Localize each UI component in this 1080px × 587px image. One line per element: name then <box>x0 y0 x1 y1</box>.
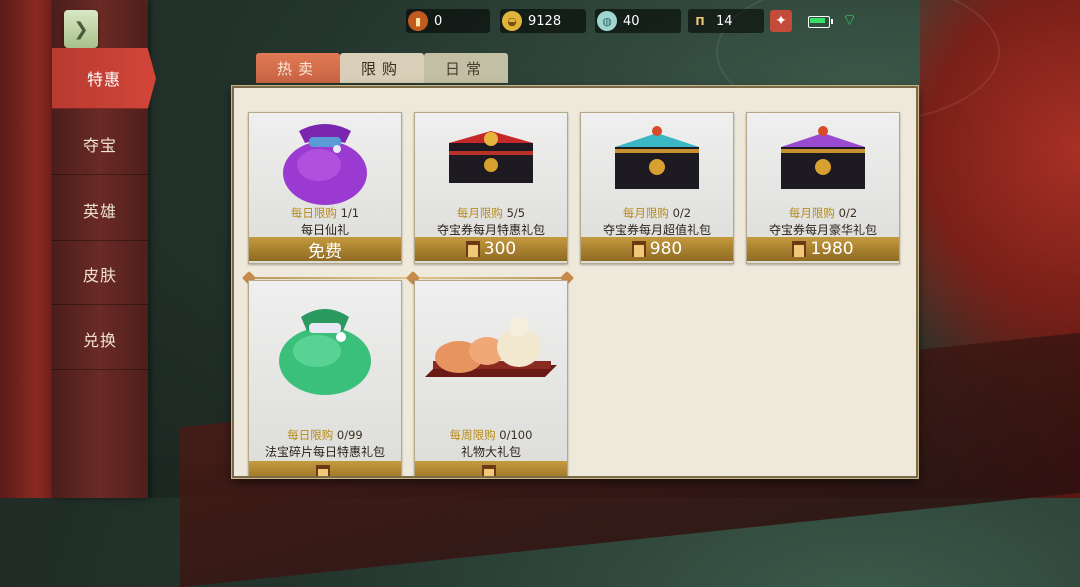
shop-tabs: 热卖 限购 日常 <box>256 53 508 85</box>
treasure-ticket-icon <box>631 241 646 257</box>
limit-type: 每日限购 <box>287 428 334 442</box>
green-pouch-icon <box>279 309 371 395</box>
currency-value: 40 <box>623 13 640 29</box>
item-name: 夺宝券每月豪华礼包 <box>768 223 877 237</box>
tab-label: 英雄 <box>82 202 117 221</box>
teal-chest-icon <box>615 126 699 189</box>
tab-label: 日常 <box>444 59 487 78</box>
price-button[interactable] <box>415 461 567 476</box>
limit-count: 0/2 <box>838 206 858 220</box>
purchase-limit: 每周限购 0/100 <box>415 427 567 443</box>
limit-count: 0/2 <box>672 206 692 220</box>
purchase-limit: 每月限购 5/5 <box>415 205 567 221</box>
tab-label: 皮肤 <box>82 266 117 285</box>
item-name: 法宝碎片每日特惠礼包 <box>264 445 385 459</box>
limit-count: 0/99 <box>336 428 363 442</box>
tab-label: 兑换 <box>82 331 117 350</box>
limit-type: 每月限购 <box>622 206 669 220</box>
currency-value: 9128 <box>528 13 562 29</box>
scroll-token-icon: ▮ <box>408 11 428 31</box>
sidebar-tab-treasure[interactable]: 夺宝 <box>52 114 148 175</box>
category-sidebar: ❯ 特惠 夺宝 英雄 皮肤 兑换 <box>52 0 156 498</box>
price-value: 980 <box>649 239 683 259</box>
background-curtain-left <box>0 0 60 498</box>
treasure-ticket-icon <box>465 241 480 257</box>
wifi-icon: ⌔ <box>842 10 858 29</box>
bun-tray-icon <box>425 317 557 377</box>
limit-count: 5/5 <box>506 206 526 220</box>
purple-pouch-icon <box>283 124 367 205</box>
tab-label: 夺宝 <box>82 136 117 155</box>
shop-item-card[interactable]: 每月限购 5/5 夺宝券每月特惠礼包 300 <box>414 112 568 264</box>
price-button[interactable]: 免费 <box>249 237 401 262</box>
shop-item-card[interactable]: 每日限购 1/1 每日仙礼 免费 <box>248 112 402 264</box>
purchase-limit: 每日限购 1/1 <box>249 205 401 221</box>
price-button[interactable]: 1980 <box>747 237 899 261</box>
currency-jade[interactable]: ◍ 40 <box>595 9 681 33</box>
sidebar-tab-heroes[interactable]: 英雄 <box>52 180 148 241</box>
battery-icon <box>808 16 830 28</box>
limit-type: 每月限购 <box>788 206 835 220</box>
shop-panel: 每日限购 1/1 每日仙礼 免费 每月限购 5/5 夺宝券每月特惠礼包 300 … <box>232 86 918 478</box>
treasure-ticket-icon: П <box>695 14 705 28</box>
price-button[interactable]: 300 <box>415 237 567 261</box>
sidebar-tab-special[interactable]: 特惠 <box>52 48 156 109</box>
tab-limited[interactable]: 限购 <box>340 53 424 83</box>
limit-type: 每月限购 <box>456 206 503 220</box>
tab-label: 限购 <box>360 59 403 78</box>
treasure-ticket-icon <box>482 465 496 476</box>
currency-value: 14 <box>716 13 733 29</box>
item-name: 夺宝券每月特惠礼包 <box>436 223 545 237</box>
price-value: 300 <box>483 239 517 259</box>
item-name: 夺宝券每月超值礼包 <box>602 223 711 237</box>
purple-chest-icon <box>781 126 865 189</box>
treasure-ticket-icon <box>792 241 807 257</box>
shop-item-card[interactable]: 每月限购 0/2 夺宝券每月超值礼包 980 <box>580 112 734 264</box>
limit-count: 0/100 <box>499 428 533 442</box>
purchase-limit: 每日限购 0/99 <box>249 427 401 443</box>
shop-item-card[interactable]: 每月限购 0/2 夺宝券每月豪华礼包 1980 <box>746 112 900 264</box>
shop-item-card[interactable]: 每周限购 0/100 礼物大礼包 <box>414 280 568 476</box>
tab-label: 特惠 <box>86 70 121 89</box>
price-value: 1980 <box>810 239 854 259</box>
red-chest-icon <box>449 131 533 183</box>
plus-sparkle-icon[interactable]: ✦ <box>770 10 792 32</box>
sidebar-tab-skins[interactable]: 皮肤 <box>52 244 148 305</box>
jade-orb-icon: ◍ <box>597 11 617 31</box>
tab-hot[interactable]: 热卖 <box>256 53 340 83</box>
currency-gold[interactable]: ◒ 9128 <box>500 9 586 33</box>
battery-tip <box>831 19 833 24</box>
item-name: 每日仙礼 <box>300 223 349 237</box>
price-button[interactable]: 980 <box>581 237 733 261</box>
limit-type: 每日限购 <box>290 206 337 220</box>
currency-ticket[interactable]: П 14 <box>688 9 764 33</box>
treasure-ticket-icon <box>316 465 330 476</box>
purchase-limit: 每月限购 0/2 <box>581 205 733 221</box>
shop-item-card[interactable]: 每日限购 0/99 法宝碎片每日特惠礼包 <box>248 280 402 476</box>
tab-daily[interactable]: 日常 <box>424 53 508 83</box>
currency-value: 0 <box>434 13 443 29</box>
item-name: 礼物大礼包 <box>460 445 521 459</box>
currency-scroll[interactable]: ▮ 0 <box>406 9 490 33</box>
purchase-limit: 每月限购 0/2 <box>747 205 899 221</box>
tab-label: 热卖 <box>276 59 319 78</box>
price-button[interactable] <box>249 461 401 476</box>
limit-count: 1/1 <box>340 206 360 220</box>
limit-type: 每周限购 <box>449 428 496 442</box>
sidebar-tab-exchange[interactable]: 兑换 <box>52 309 148 370</box>
gold-ingot-icon: ◒ <box>502 11 522 31</box>
back-tag-icon[interactable]: ❯ <box>64 10 98 48</box>
price-value: 免费 <box>308 241 342 262</box>
